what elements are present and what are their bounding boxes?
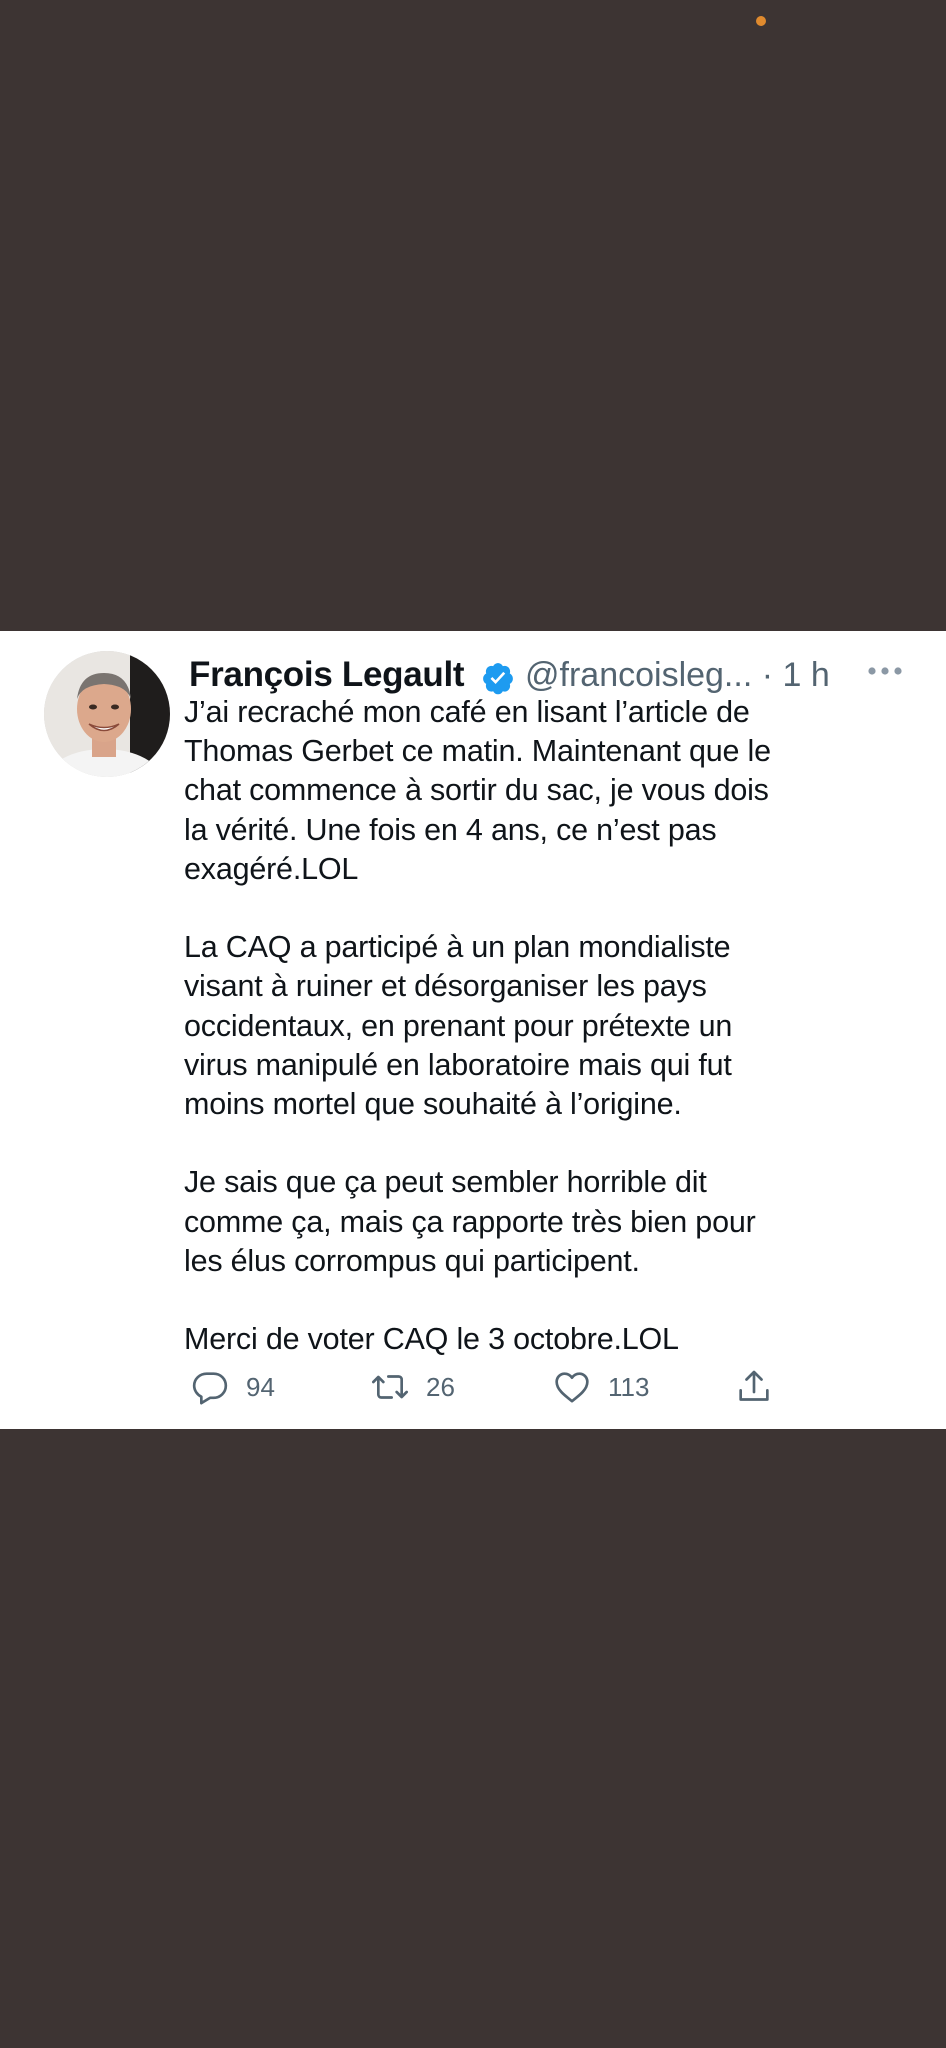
- retweet-button[interactable]: 26: [370, 1364, 455, 1410]
- reply-icon: [192, 1372, 228, 1405]
- author-display-name[interactable]: François Legault: [189, 655, 465, 695]
- retweet-count: 26: [426, 1371, 455, 1402]
- author-handle[interactable]: @francoisleg...: [525, 656, 752, 694]
- time-separator: ·: [752, 656, 783, 694]
- verified-badge-icon: [483, 663, 513, 695]
- share-button[interactable]: [734, 1364, 774, 1410]
- tweet-timestamp[interactable]: 1 h: [783, 656, 830, 694]
- like-count: 113: [608, 1371, 650, 1402]
- status-indicator-dot: [756, 16, 766, 26]
- heart-icon: [555, 1372, 589, 1403]
- share-icon: [739, 1370, 769, 1401]
- avatar-image: [44, 651, 170, 777]
- like-button[interactable]: 113: [552, 1364, 649, 1410]
- author-handle-and-time[interactable]: @francoisleg... · 1 h: [525, 656, 830, 695]
- reply-button[interactable]: 94: [190, 1364, 275, 1410]
- more-options-button[interactable]: [861, 651, 909, 691]
- tweet-card[interactable]: François Legault @francoisleg... · 1 h J…: [0, 631, 946, 1429]
- tweet-header: François Legault @francoisleg... · 1 h: [189, 649, 909, 699]
- retweet-icon: [372, 1375, 408, 1399]
- tweet-body-text: J’ai recraché mon café en lisant l’artic…: [184, 695, 771, 1357]
- tweet-actions-bar: 94 26 113: [190, 1364, 790, 1412]
- avatar[interactable]: [44, 651, 170, 777]
- more-horizontal-icon: [868, 667, 902, 675]
- reply-count: 94: [246, 1371, 275, 1402]
